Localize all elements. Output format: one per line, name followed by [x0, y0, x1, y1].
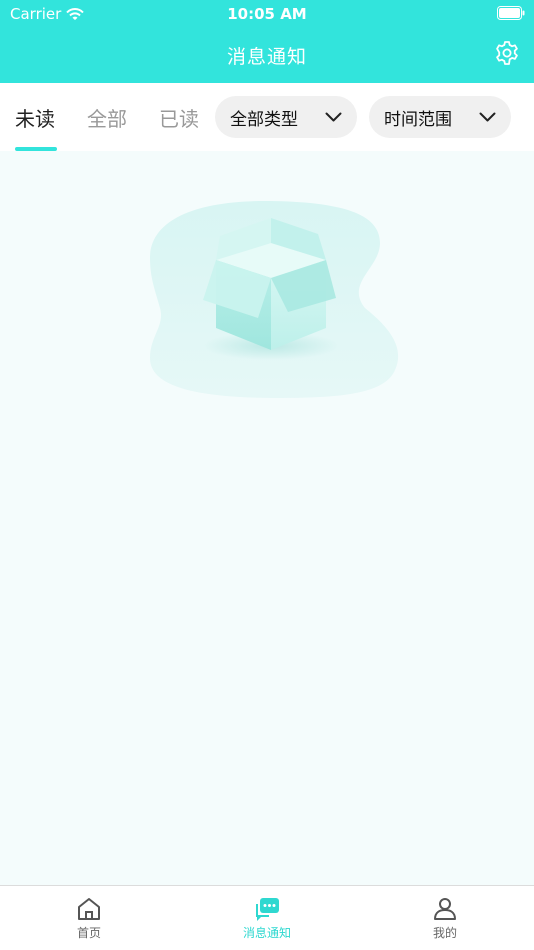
tabbar-profile-label: 我的 [432, 926, 457, 940]
tabbar-messages-label: 消息通知 [242, 926, 291, 940]
empty-box-icon [150, 200, 399, 398]
type-filter-dropdown[interactable]: 全部类型 [215, 96, 357, 138]
header: Carrier 10:05 AM 消息通知 [0, 0, 534, 83]
tabbar-item-messages[interactable]: 消息通知 [217, 896, 317, 941]
tab-unread[interactable]: 未读 [15, 103, 55, 132]
type-filter-label: 全部类型 [230, 109, 298, 130]
active-tab-indicator [15, 147, 57, 151]
status-bar: Carrier 10:05 AM [0, 0, 534, 28]
page-title: 消息通知 [226, 46, 307, 68]
message-icon [256, 898, 279, 921]
battery-icon [497, 6, 525, 20]
chevron-down-icon [325, 112, 342, 122]
time-range-label: 时间范围 [384, 109, 452, 130]
chevron-down-icon [479, 112, 496, 122]
tab-all[interactable]: 全部 [87, 103, 127, 132]
filter-bar: 未读 全部 已读 全部类型 时间范围 [0, 83, 534, 151]
user-icon [434, 898, 456, 920]
tabbar-item-profile[interactable]: 我的 [395, 896, 495, 941]
status-time: 10:05 AM [227, 5, 307, 23]
gear-icon[interactable] [494, 40, 520, 66]
tabbar-home-label: 首页 [76, 926, 101, 940]
tab-read[interactable]: 已读 [159, 103, 199, 132]
home-icon [78, 898, 100, 920]
bottom-tab-bar: 首页 消息通知 我的 [0, 885, 534, 950]
tabbar-item-home[interactable]: 首页 [39, 896, 139, 941]
time-range-dropdown[interactable]: 时间范围 [369, 96, 511, 138]
